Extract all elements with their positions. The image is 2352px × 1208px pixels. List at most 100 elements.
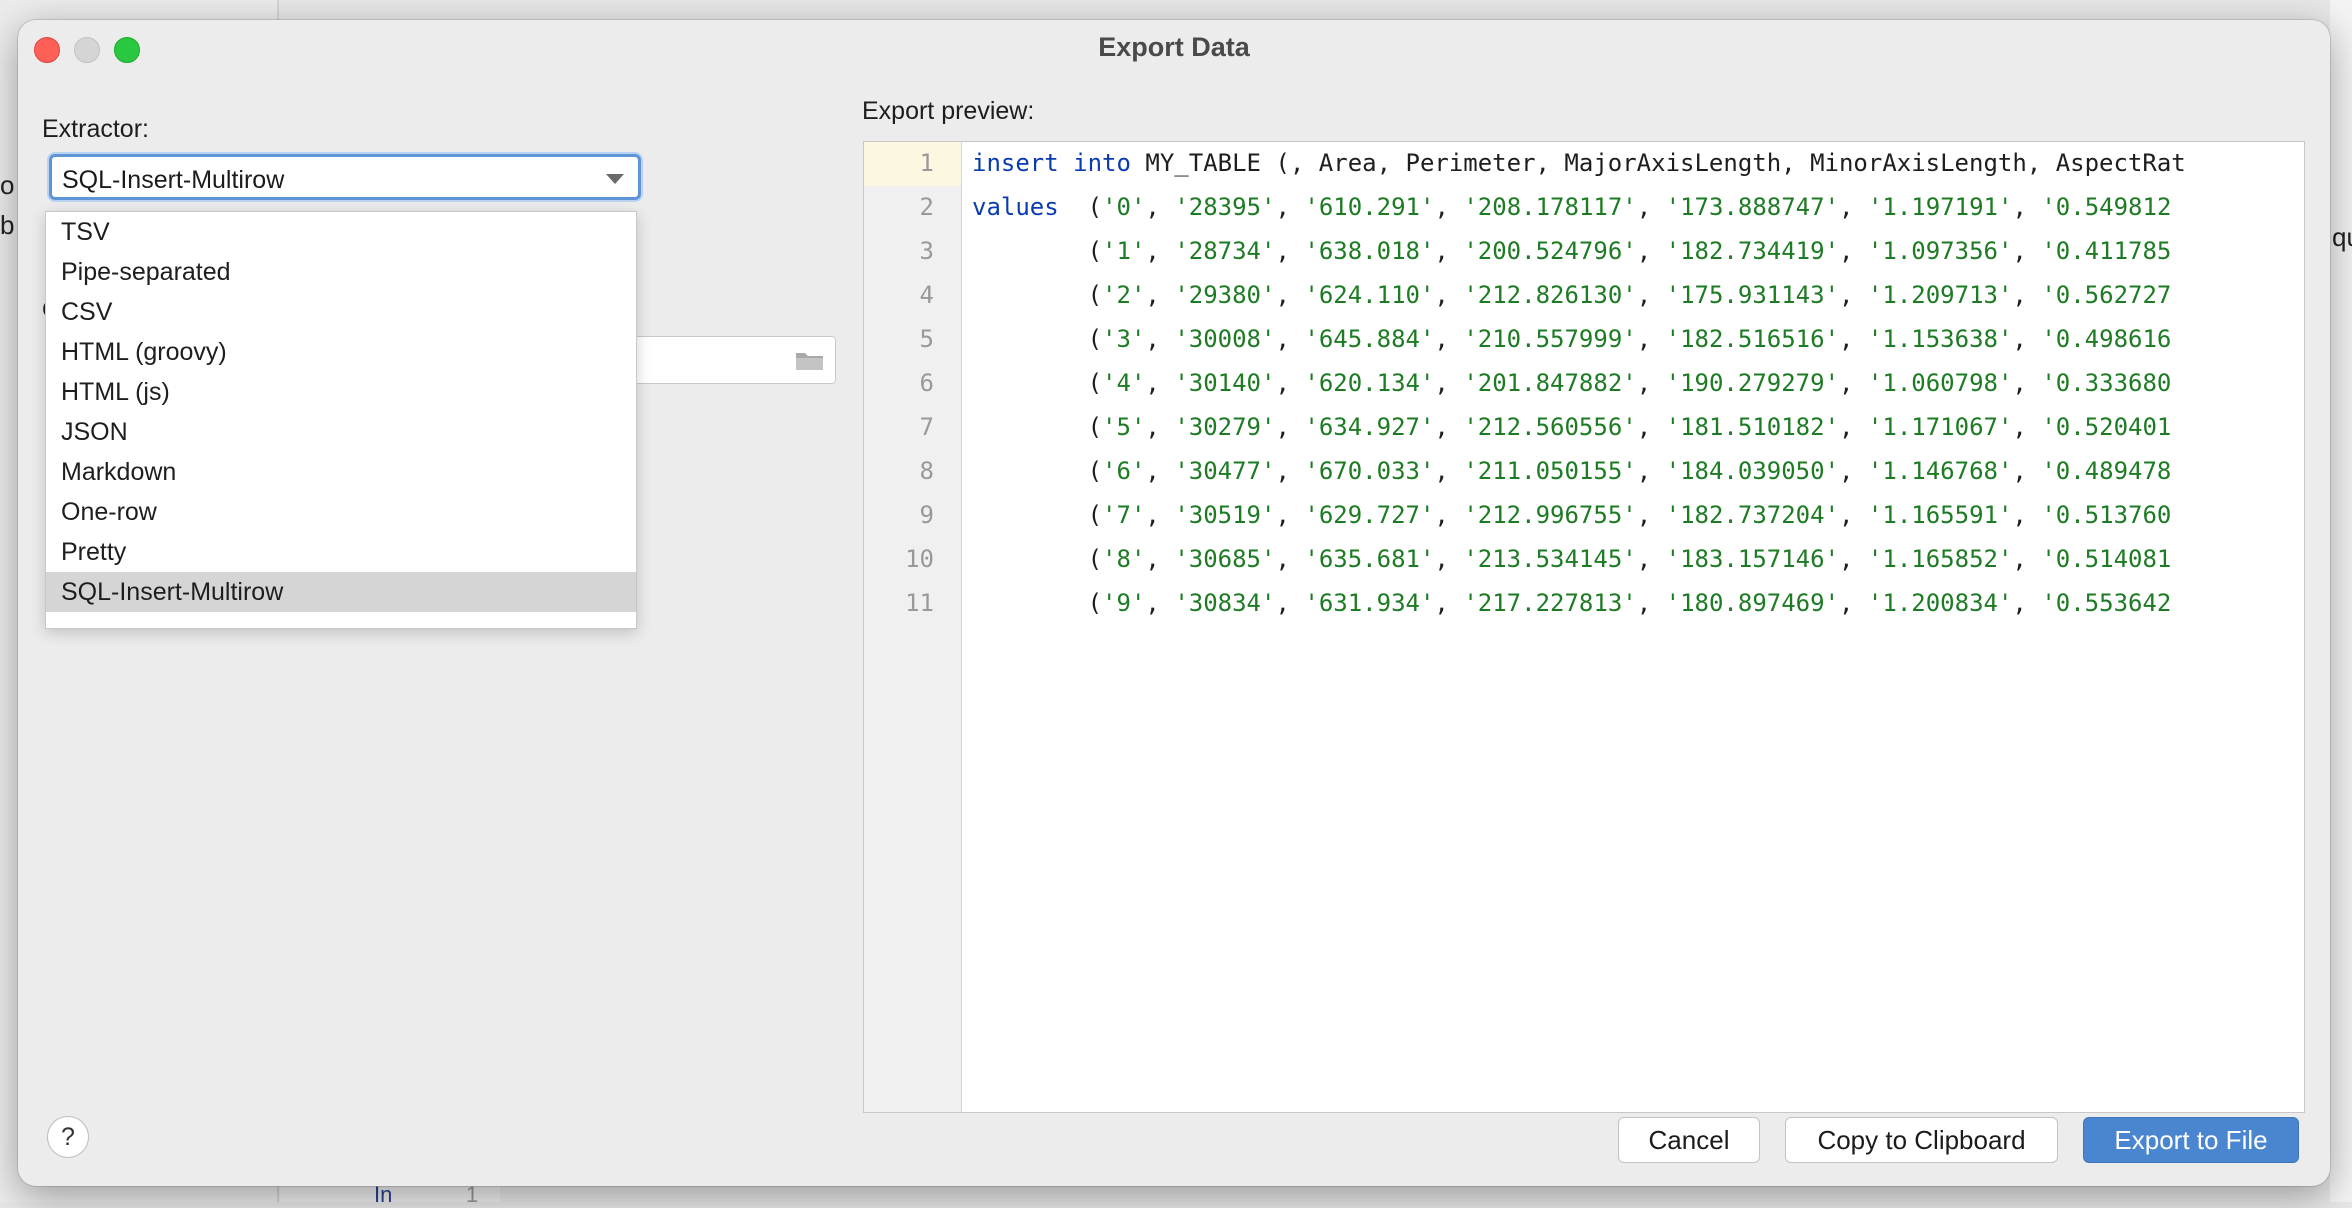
code-string: '28734' bbox=[1174, 237, 1276, 265]
code-string: '1.153638' bbox=[1867, 325, 2013, 353]
code-string: '0.549812 bbox=[2041, 193, 2172, 221]
code-string: '624.110' bbox=[1304, 281, 1435, 309]
code-keyword: values bbox=[972, 193, 1059, 221]
code-string: '638.018' bbox=[1304, 237, 1435, 265]
code-string: '620.134' bbox=[1304, 369, 1435, 397]
code-line-values: ('6', '30477', '670.033', '211.050155', … bbox=[972, 457, 2172, 485]
code-string: '28395' bbox=[1174, 193, 1276, 221]
code-line-values: ('9', '30834', '631.934', '217.227813', … bbox=[972, 589, 2172, 617]
code-string: '1' bbox=[1102, 237, 1146, 265]
code-keyword: into bbox=[1073, 149, 1131, 177]
code-line-values: ('1', '28734', '638.018', '200.524796', … bbox=[972, 237, 2172, 265]
code-string: '175.931143' bbox=[1665, 281, 1840, 309]
copy-to-clipboard-button[interactable]: Copy to Clipboard bbox=[1785, 1117, 2058, 1163]
extractor-option-selected[interactable]: SQL-Insert-Multirow bbox=[46, 572, 636, 612]
code-string: '211.050155' bbox=[1463, 457, 1637, 485]
line-number: 9 bbox=[919, 501, 934, 529]
code-string: '30834' bbox=[1174, 589, 1276, 617]
code-line-values: ('2', '29380', '624.110', '212.826130', … bbox=[972, 281, 2172, 309]
code-string: '1.209713' bbox=[1867, 281, 2013, 309]
export-preview-editor[interactable]: 1 insert into MY_TABLE (, Area, Perimete… bbox=[863, 141, 2305, 1113]
extractor-label: Extractor: bbox=[42, 115, 149, 143]
code-string: '1.165591' bbox=[1867, 501, 2013, 529]
code-string: '1.200834' bbox=[1867, 589, 2013, 617]
extractor-dropdown-list[interactable]: TSV Pipe-separated CSV HTML (groovy) HTM… bbox=[45, 211, 637, 629]
code-string: '213.534145' bbox=[1463, 545, 1637, 573]
code-string: '629.727' bbox=[1304, 501, 1435, 529]
code-string: '183.157146' bbox=[1665, 545, 1840, 573]
code-string: '30279' bbox=[1174, 413, 1276, 441]
line-number: 2 bbox=[919, 193, 934, 221]
code-string: '182.516516' bbox=[1665, 325, 1840, 353]
code-string: '182.737204' bbox=[1665, 501, 1840, 529]
extractor-option[interactable]: CSV bbox=[46, 292, 636, 332]
code-string: '30685' bbox=[1174, 545, 1276, 573]
help-button[interactable]: ? bbox=[47, 1116, 89, 1158]
code-string: '30477' bbox=[1174, 457, 1276, 485]
extractor-option[interactable]: One-row bbox=[46, 492, 636, 532]
code-line-values: ('8', '30685', '635.681', '213.534145', … bbox=[972, 545, 2172, 573]
code-string: '30519' bbox=[1174, 501, 1276, 529]
code-string: '184.039050' bbox=[1665, 457, 1840, 485]
line-number: 7 bbox=[919, 413, 934, 441]
line-number: 4 bbox=[919, 281, 934, 309]
code-string: '29380' bbox=[1174, 281, 1276, 309]
code-string: '4' bbox=[1102, 369, 1146, 397]
extractor-option[interactable]: Markdown bbox=[46, 452, 636, 492]
code-string: '0.411785 bbox=[2041, 237, 2172, 265]
code-string: '0.562727 bbox=[2041, 281, 2172, 309]
output-path-field[interactable] bbox=[618, 336, 836, 384]
code-keyword: insert bbox=[972, 149, 1059, 177]
code-string: '0.489478 bbox=[2041, 457, 2172, 485]
code-string: '0.514081 bbox=[2041, 545, 2172, 573]
code-string: '5' bbox=[1102, 413, 1146, 441]
extractor-option[interactable]: TSV bbox=[46, 212, 636, 252]
extractor-option[interactable]: Pipe-separated bbox=[46, 252, 636, 292]
code-string: '182.734419' bbox=[1665, 237, 1840, 265]
code-string: '1.097356' bbox=[1867, 237, 2013, 265]
line-number: 1 bbox=[919, 149, 934, 177]
code-string: '30008' bbox=[1174, 325, 1276, 353]
cancel-button[interactable]: Cancel bbox=[1618, 1117, 1760, 1163]
chevron-down-icon bbox=[606, 174, 624, 184]
code-string: '1.171067' bbox=[1867, 413, 2013, 441]
code-string: '180.897469' bbox=[1665, 589, 1840, 617]
extractor-option[interactable]: HTML (groovy) bbox=[46, 332, 636, 372]
code-string: '670.033' bbox=[1304, 457, 1435, 485]
code-string: '2' bbox=[1102, 281, 1146, 309]
code-string: '212.560556' bbox=[1463, 413, 1637, 441]
line-number: 8 bbox=[919, 457, 934, 485]
line-number: 6 bbox=[919, 369, 934, 397]
code-string: '0.513760 bbox=[2041, 501, 2172, 529]
ide-fragment-2: b bbox=[0, 210, 15, 240]
code-string: '201.847882' bbox=[1463, 369, 1637, 397]
folder-icon[interactable] bbox=[795, 349, 825, 371]
code-string: '210.557999' bbox=[1463, 325, 1637, 353]
code-string: '635.681' bbox=[1304, 545, 1435, 573]
code-line-values: ('5', '30279', '634.927', '212.560556', … bbox=[972, 413, 2172, 441]
line-number: 10 bbox=[905, 545, 934, 573]
export-to-file-button[interactable]: Export to File bbox=[2083, 1117, 2299, 1163]
code-string: '6' bbox=[1102, 457, 1146, 485]
code-text: MY_TABLE (, Area, Perimeter, MajorAxisLe… bbox=[1130, 149, 2186, 177]
code-string: '181.510182' bbox=[1665, 413, 1840, 441]
code-line-values: ('4', '30140', '620.134', '201.847882', … bbox=[972, 369, 2172, 397]
ide-right-panel bbox=[2330, 0, 2352, 1202]
extractor-option[interactable]: HTML (js) bbox=[46, 372, 636, 412]
code-string: '8' bbox=[1102, 545, 1146, 573]
extractor-select[interactable]: SQL-Insert-Multirow bbox=[49, 154, 641, 200]
extractor-option[interactable]: JSON bbox=[46, 412, 636, 452]
code-string: '0.553642 bbox=[2041, 589, 2172, 617]
code-string: '208.178117' bbox=[1463, 193, 1637, 221]
code-string: '0.498616 bbox=[2041, 325, 2172, 353]
code-string: '0' bbox=[1102, 193, 1146, 221]
code-string: '200.524796' bbox=[1463, 237, 1637, 265]
code-string: '1.146768' bbox=[1867, 457, 2013, 485]
extractor-option[interactable]: Pretty bbox=[46, 532, 636, 572]
code-string: '3' bbox=[1102, 325, 1146, 353]
code-line-values: ('3', '30008', '645.884', '210.557999', … bbox=[972, 325, 2172, 353]
ide-fragment-1: o bbox=[0, 170, 15, 200]
line-number: 3 bbox=[919, 237, 934, 265]
line-number: 11 bbox=[905, 589, 934, 617]
code-string: '0.333680 bbox=[2041, 369, 2172, 397]
